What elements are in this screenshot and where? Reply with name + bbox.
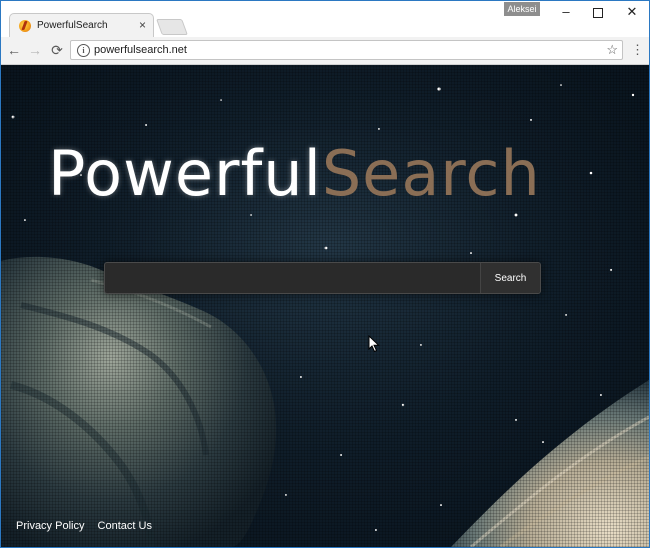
tab-title: PowerfulSearch: [37, 20, 108, 31]
star-icon[interactable]: ☆: [606, 42, 618, 58]
minimize-icon[interactable]: –: [549, 1, 583, 23]
arrow-right-icon[interactable]: →: [26, 41, 44, 59]
search-button[interactable]: Search: [480, 263, 540, 293]
close-window-icon[interactable]: ✕: [615, 1, 649, 23]
footer-links: Privacy Policy Contact Us: [16, 520, 162, 532]
arrow-left-icon[interactable]: ←: [5, 41, 23, 59]
powerfulsearch-favicon-icon: [19, 20, 31, 32]
page-content: PowerfulSearch Search Privacy Policy Con…: [1, 65, 649, 547]
search-box: Search: [104, 262, 541, 294]
browser-toolbar: ← → ⟳ i powerfulsearch.net ☆ ⋮: [1, 37, 649, 65]
info-circle-icon[interactable]: i: [77, 44, 90, 57]
new-tab-button[interactable]: [156, 19, 188, 35]
reload-icon[interactable]: ⟳: [48, 41, 66, 59]
tab-close-icon[interactable]: ×: [139, 18, 146, 32]
address-bar[interactable]: i powerfulsearch.net ☆: [70, 40, 623, 60]
kebab-menu-icon[interactable]: ⋮: [631, 42, 644, 58]
site-logo: PowerfulSearch: [48, 139, 541, 209]
logo-text-powerful: Powerful: [48, 137, 322, 210]
search-input[interactable]: [105, 263, 480, 293]
contact-us-link[interactable]: Contact Us: [98, 520, 152, 532]
browser-window: PowerfulSearch × Aleksei – ✕ ← → ⟳ i pow…: [0, 0, 650, 548]
url-text[interactable]: powerfulsearch.net: [94, 44, 187, 56]
maximize-icon[interactable]: [581, 1, 615, 23]
mouse-cursor-icon: [368, 335, 380, 353]
privacy-policy-link[interactable]: Privacy Policy: [16, 520, 84, 532]
profile-name-badge[interactable]: Aleksei: [504, 2, 540, 16]
title-bar: PowerfulSearch × Aleksei – ✕: [1, 1, 649, 38]
logo-text-search: Search: [321, 137, 541, 210]
browser-tab[interactable]: PowerfulSearch ×: [9, 13, 154, 38]
